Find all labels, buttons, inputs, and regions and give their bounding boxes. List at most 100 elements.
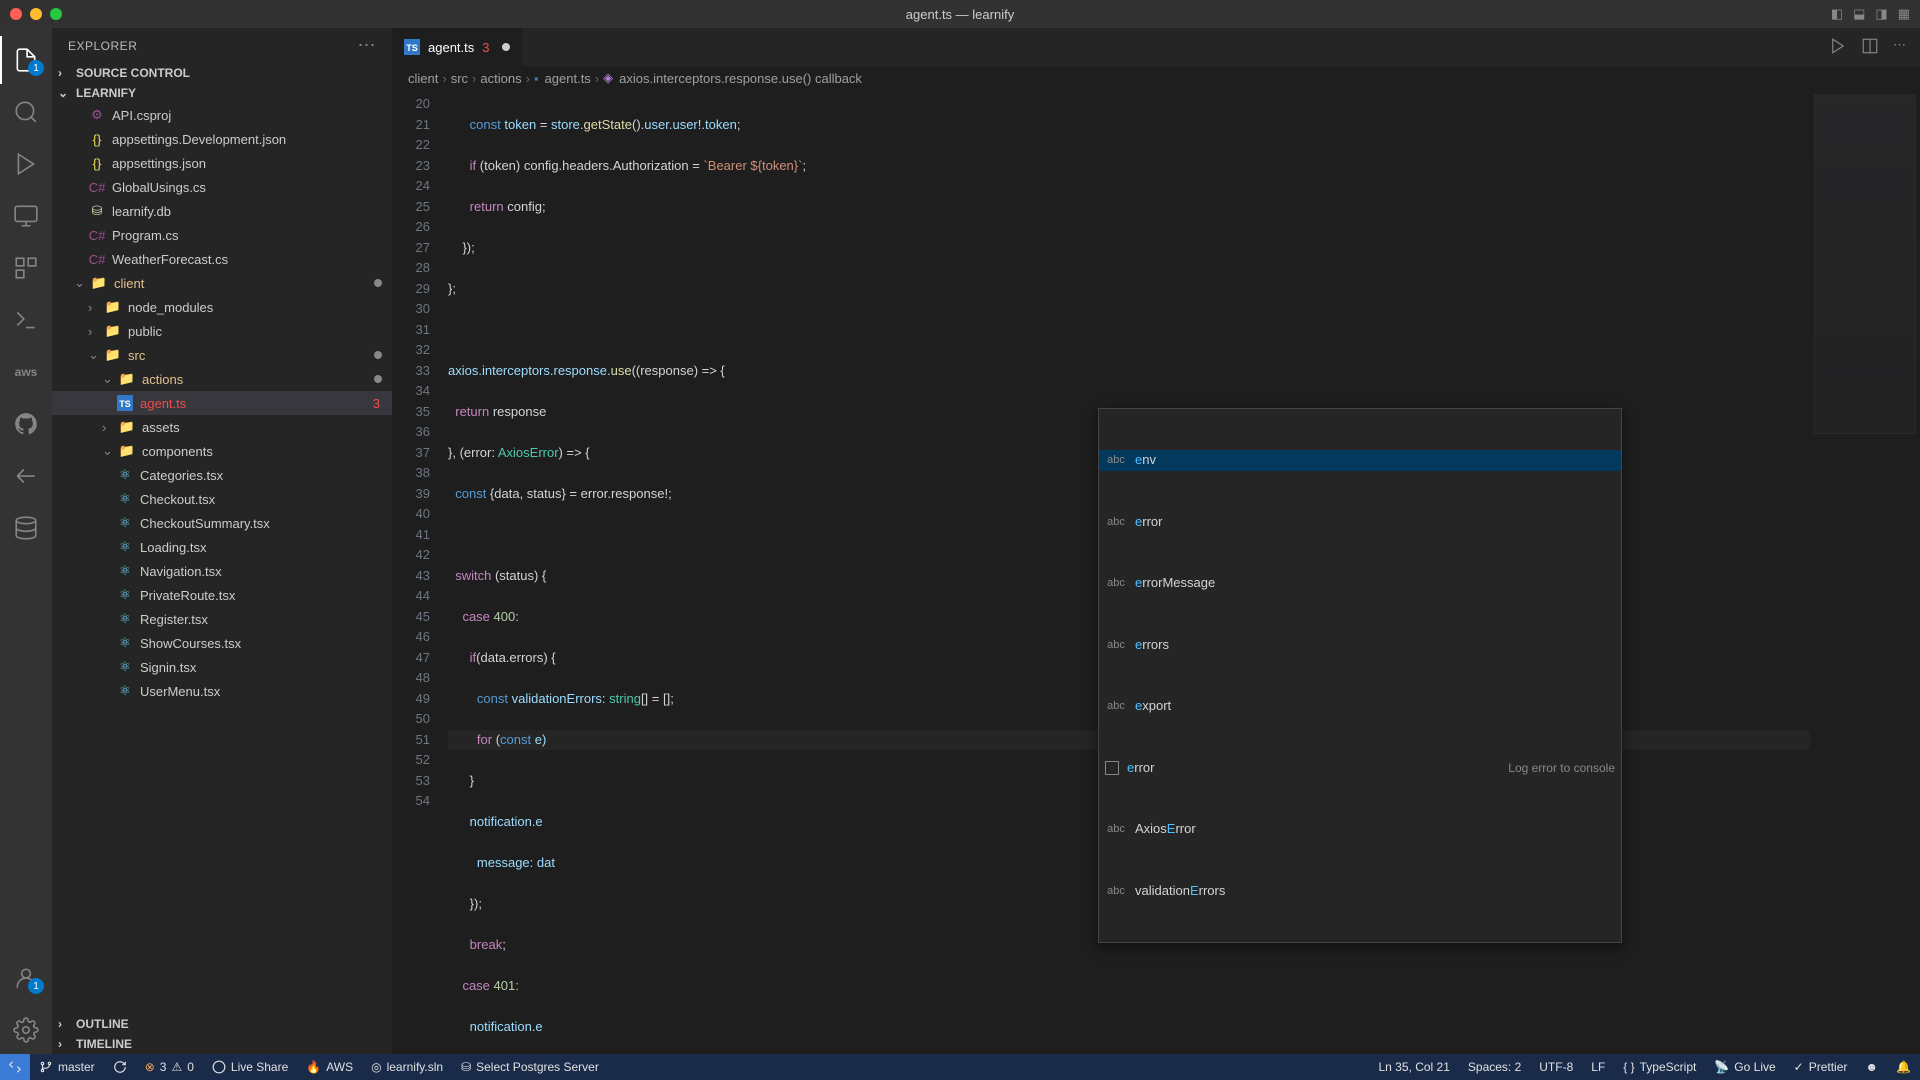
panel-right-icon[interactable]: ◨ [1875, 6, 1887, 22]
sb-prettier[interactable]: ✓Prettier [1785, 1054, 1857, 1080]
more-icon[interactable]: ⋯ [1893, 37, 1906, 58]
layout-icon[interactable]: ▦ [1898, 6, 1910, 22]
split-icon[interactable] [1861, 37, 1879, 58]
sb-encoding[interactable]: UTF-8 [1530, 1054, 1582, 1080]
breadcrumb-item[interactable]: src [451, 71, 468, 86]
sb-liveshare[interactable]: Live Share [203, 1054, 297, 1080]
file-categories[interactable]: ⚛Categories.tsx [52, 463, 392, 487]
sb-indent[interactable]: Spaces: 2 [1459, 1054, 1530, 1080]
folder-actions[interactable]: ⌄📁actions [52, 367, 392, 391]
activity-settings[interactable] [0, 1006, 52, 1054]
sb-errors[interactable]: ⊗3⚠0 [136, 1054, 203, 1080]
maximize-button[interactable] [50, 8, 62, 20]
tab-agent-ts[interactable]: TS agent.ts 3 [392, 28, 523, 66]
folder-icon: 📁 [118, 443, 136, 459]
file-showcourses[interactable]: ⚛ShowCourses.tsx [52, 631, 392, 655]
file-usermenu[interactable]: ⚛UserMenu.tsx [52, 679, 392, 703]
activity-debug[interactable] [0, 140, 52, 188]
suggest-item[interactable]: abcerrors [1099, 635, 1621, 656]
activity-github[interactable] [0, 400, 52, 448]
sb-postgres[interactable]: ⛁Select Postgres Server [452, 1054, 608, 1080]
activity-search[interactable] [0, 88, 52, 136]
file-tree: ⚙API.csproj {}appsettings.Development.js… [52, 103, 392, 1014]
section-source-control[interactable]: ›SOURCE CONTROL [52, 63, 392, 83]
code-pane[interactable]: const token = store.getState().user.user… [448, 90, 1810, 1054]
activity-remote[interactable] [0, 192, 52, 240]
file-learnify-db[interactable]: ⛁learnify.db [52, 199, 392, 223]
minimize-button[interactable] [30, 8, 42, 20]
file-appsettings[interactable]: {}appsettings.json [52, 151, 392, 175]
suggest-item[interactable]: abcvalidationErrors [1099, 881, 1621, 902]
close-button[interactable] [10, 8, 22, 20]
file-weather[interactable]: C#WeatherForecast.cs [52, 247, 392, 271]
folder-node-modules[interactable]: ›📁node_modules [52, 295, 392, 319]
activity-explorer[interactable]: 1 [0, 36, 52, 84]
suggest-item[interactable]: errorLog error to console [1099, 758, 1621, 779]
run-icon[interactable] [1829, 37, 1847, 58]
file-checkoutsummary[interactable]: ⚛CheckoutSummary.tsx [52, 511, 392, 535]
panel-left-icon[interactable]: ◧ [1831, 6, 1843, 22]
file-checkout[interactable]: ⚛Checkout.tsx [52, 487, 392, 511]
section-learnify[interactable]: ⌄LEARNIFY [52, 83, 392, 103]
folder-assets[interactable]: ›📁assets [52, 415, 392, 439]
file-api-csproj[interactable]: ⚙API.csproj [52, 103, 392, 127]
sb-branch[interactable]: master [30, 1054, 104, 1080]
folder-src[interactable]: ⌄📁src [52, 343, 392, 367]
sb-position[interactable]: Ln 35, Col 21 [1370, 1054, 1459, 1080]
folder-components[interactable]: ⌄📁components [52, 439, 392, 463]
file-program[interactable]: C#Program.cs [52, 223, 392, 247]
file-signin[interactable]: ⚛Signin.tsx [52, 655, 392, 679]
activity-terminal[interactable] [0, 296, 52, 344]
file-privateroute[interactable]: ⚛PrivateRoute.tsx [52, 583, 392, 607]
breadcrumb-item[interactable]: agent.ts [545, 71, 591, 86]
react-icon: ⚛ [116, 587, 134, 603]
sb-language[interactable]: { }TypeScript [1614, 1054, 1705, 1080]
remote-icon [13, 203, 39, 229]
sb-sync[interactable] [104, 1054, 136, 1080]
activity-account[interactable]: 1 [0, 954, 52, 1002]
breadcrumb-item[interactable]: client [408, 71, 438, 86]
sb-golive[interactable]: 📡Go Live [1705, 1054, 1784, 1080]
breadcrumb-item[interactable]: axios.interceptors.response.use() callba… [619, 71, 862, 86]
explorer-more-icon[interactable]: ⋯ [358, 35, 377, 56]
suggest-item[interactable]: abcenv [1099, 450, 1621, 471]
file-globalusings[interactable]: C#GlobalUsings.cs [52, 175, 392, 199]
tabs-row: TS agent.ts 3 ⋯ [392, 28, 1920, 66]
sb-aws[interactable]: 🔥AWS [297, 1054, 362, 1080]
folder-client[interactable]: ⌄📁client [52, 271, 392, 295]
file-appsettings-dev[interactable]: {}appsettings.Development.json [52, 127, 392, 151]
file-loading[interactable]: ⚛Loading.tsx [52, 535, 392, 559]
chevron-right-icon: › [102, 420, 116, 435]
suggest-item[interactable]: abcerrorMessage [1099, 573, 1621, 594]
window-controls [10, 8, 62, 20]
editor-body[interactable]: 2021222324 2526272829 3031323334 3536373… [392, 90, 1920, 1054]
json-icon: {} [88, 156, 106, 171]
activity-extensions[interactable] [0, 244, 52, 292]
suggest-item[interactable]: abcerror [1099, 512, 1621, 533]
intellisense-popup[interactable]: abcenv abcerror abcerrorMessage abcerror… [1098, 408, 1622, 943]
sb-sln[interactable]: ◎learnify.sln [362, 1054, 452, 1080]
sb-remote[interactable] [0, 1054, 30, 1080]
breadcrumb[interactable]: client› src› actions› ▪agent.ts› ◈axios.… [392, 66, 1920, 90]
activity-liveshare[interactable] [0, 452, 52, 500]
sb-notifications[interactable]: 🔔 [1887, 1054, 1920, 1080]
suggest-item[interactable]: abcAxiosError [1099, 819, 1621, 840]
explorer-title: EXPLORER [68, 39, 137, 53]
section-timeline[interactable]: ›TIMELINE [52, 1034, 392, 1054]
panel-bottom-icon[interactable]: ⬓ [1853, 6, 1865, 22]
breadcrumb-item[interactable]: actions [480, 71, 521, 86]
folder-icon: 📁 [90, 275, 108, 291]
section-outline[interactable]: ›OUTLINE [52, 1014, 392, 1034]
file-register[interactable]: ⚛Register.tsx [52, 607, 392, 631]
activity-bar: 1 aws 1 [0, 28, 52, 1054]
minimap-canvas [1814, 94, 1916, 434]
minimap[interactable] [1810, 90, 1920, 1054]
sb-eol[interactable]: LF [1582, 1054, 1614, 1080]
folder-public[interactable]: ›📁public [52, 319, 392, 343]
suggest-item[interactable]: abcexport [1099, 696, 1621, 717]
activity-database[interactable] [0, 504, 52, 552]
sb-feedback[interactable]: ☻ [1856, 1054, 1887, 1080]
file-navigation[interactable]: ⚛Navigation.tsx [52, 559, 392, 583]
file-agent-ts[interactable]: TSagent.ts3 [52, 391, 392, 415]
activity-aws[interactable]: aws [0, 348, 52, 396]
